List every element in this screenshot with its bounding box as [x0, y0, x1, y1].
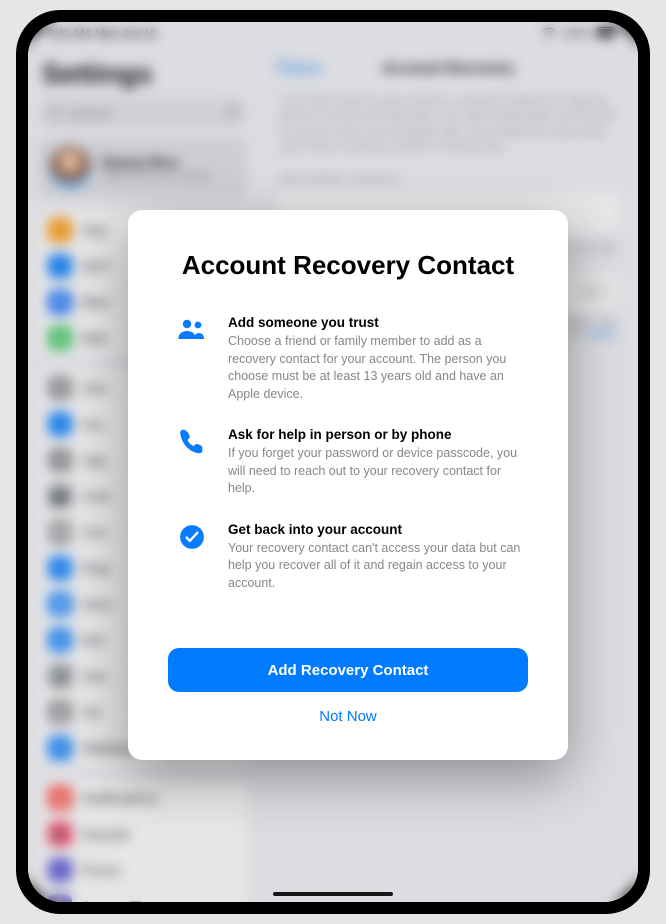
feature-body: Your recovery contact can't access your … — [228, 540, 522, 593]
feature-row: Ask for help in person or by phone If yo… — [168, 427, 528, 498]
checkmark-circle-icon — [174, 522, 210, 593]
account-recovery-modal: Account Recovery Contact Add someone you… — [128, 210, 568, 760]
add-recovery-contact-button[interactable]: Add Recovery Contact — [168, 648, 528, 692]
modal-title: Account Recovery Contact — [168, 250, 528, 281]
not-now-button[interactable]: Not Now — [168, 696, 528, 736]
feature-heading: Get back into your account — [228, 522, 522, 537]
feature-row: Add someone you trust Choose a friend or… — [168, 315, 528, 403]
phone-icon — [174, 427, 210, 498]
device-frame: 9:41 AM Mon Jun 10 100% Settings — [16, 10, 650, 914]
feature-heading: Add someone you trust — [228, 315, 522, 330]
screen: 9:41 AM Mon Jun 10 100% Settings — [28, 22, 638, 902]
feature-body: If you forget your password or device pa… — [228, 445, 522, 498]
feature-body: Choose a friend or family member to add … — [228, 333, 522, 403]
people-icon — [174, 315, 210, 403]
home-indicator[interactable] — [273, 892, 393, 896]
feature-heading: Ask for help in person or by phone — [228, 427, 522, 442]
feature-row: Get back into your account Your recovery… — [168, 522, 528, 593]
